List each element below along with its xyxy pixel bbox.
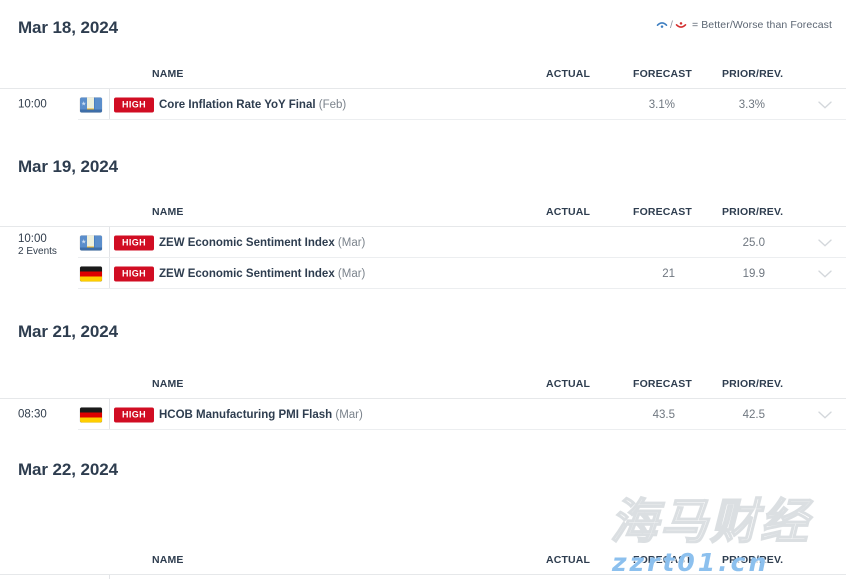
event-period: (Mar) (337, 267, 366, 280)
event-name[interactable]: ZEW Economic Sentiment Index (Mar) (159, 268, 365, 280)
impact-badge: HIGH (114, 97, 154, 112)
row-divider (78, 288, 846, 289)
forecast-value: 21 (662, 267, 675, 280)
watermark-chinese: 海马财经 (609, 493, 811, 551)
column-header-forecast: FORECAST (633, 554, 692, 566)
column-header-name: NAME (152, 554, 184, 566)
column-header-actual: ACTUAL (546, 554, 591, 566)
event-count-note: 2 Events (18, 246, 57, 258)
table-row[interactable]: 10:00 ★ HIGH Core Inflation Rate YoY Fin… (0, 89, 846, 120)
chevron-down-icon[interactable] (818, 410, 832, 419)
column-header-forecast: FORECAST (633, 378, 692, 390)
forecast-legend: / = Better/Worse than Forecast (656, 19, 832, 31)
day-title: Mar 18, 2024 (18, 18, 118, 37)
column-header-row: NAME ACTUAL FORECAST PRIOR/REV. (0, 68, 846, 90)
impact-badge: HIGH (114, 266, 154, 281)
day-title: Mar 21, 2024 (18, 322, 118, 341)
eu-flag-icon: ★ (80, 235, 102, 250)
row-divider-vertical (109, 227, 110, 258)
column-header-name: NAME (152, 206, 184, 218)
column-header-name: NAME (152, 68, 184, 80)
column-header-prior: PRIOR/REV. (722, 68, 784, 80)
column-header-prior: PRIOR/REV. (722, 554, 784, 566)
event-name[interactable]: ZEW Economic Sentiment Index (Mar) (159, 237, 365, 249)
event-name-text: ZEW Economic Sentiment Index (159, 267, 335, 280)
column-header-forecast: FORECAST (633, 68, 692, 80)
prior-value: 42.5 (742, 408, 765, 421)
arrow-down-worse-icon (675, 19, 687, 31)
event-name-text: ZEW Economic Sentiment Index (159, 236, 335, 249)
impact-badge: HIGH (114, 407, 154, 422)
column-header-row: NAME ACTUAL FORECAST PRIOR/REV. (0, 378, 846, 400)
column-header-actual: ACTUAL (546, 378, 591, 390)
de-flag-icon (80, 407, 102, 422)
event-name-text: Core Inflation Rate YoY Final (159, 98, 316, 111)
event-name[interactable]: HCOB Manufacturing PMI Flash (Mar) (159, 409, 363, 421)
row-divider-vertical (109, 575, 110, 579)
table-row[interactable]: 09:00 HIGH Ifo Business Climate (Mar) 86… (0, 575, 846, 579)
eu-flag-icon: ★ (80, 97, 102, 112)
prior-value: 19.9 (742, 267, 765, 280)
event-name[interactable]: Core Inflation Rate YoY Final (Feb) (159, 99, 346, 111)
forecast-value: 43.5 (652, 408, 675, 421)
column-header-row: NAME ACTUAL FORECAST PRIOR/REV. (0, 554, 846, 576)
forecast-value: 3.1% (648, 98, 675, 111)
event-period: (Mar) (337, 236, 366, 249)
event-period: (Mar) (335, 408, 363, 421)
chevron-down-icon[interactable] (818, 269, 832, 278)
table-row[interactable]: HIGH ZEW Economic Sentiment Index (Mar) … (0, 258, 846, 289)
prior-value: 25.0 (742, 236, 765, 249)
chevron-down-icon[interactable] (818, 100, 832, 109)
prior-value: 3.3% (738, 98, 765, 111)
row-divider-vertical (109, 89, 110, 120)
event-name-text: HCOB Manufacturing PMI Flash (159, 408, 333, 421)
column-header-prior: PRIOR/REV. (722, 378, 784, 390)
day-title: Mar 22, 2024 (18, 460, 118, 479)
row-divider (78, 429, 846, 430)
column-header-actual: ACTUAL (546, 68, 591, 80)
row-divider-vertical (109, 399, 110, 430)
arrow-up-better-icon (656, 19, 668, 31)
impact-badge: HIGH (114, 235, 154, 250)
legend-text: = Better/Worse than Forecast (691, 19, 832, 31)
row-divider-vertical (109, 258, 110, 289)
column-header-row: NAME ACTUAL FORECAST PRIOR/REV. (0, 206, 846, 228)
table-row[interactable]: 08:30 HIGH HCOB Manufacturing PMI Flash … (0, 399, 846, 430)
column-header-forecast: FORECAST (633, 206, 692, 218)
chevron-down-icon[interactable] (818, 238, 832, 247)
legend-separator: / (670, 19, 673, 31)
event-time: 10:00 2 Events (18, 233, 57, 258)
column-header-actual: ACTUAL (546, 206, 591, 218)
row-divider (78, 119, 846, 120)
economic-calendar-page: / = Better/Worse than Forecast Mar 18, 2… (0, 0, 846, 579)
event-time: 10:00 (18, 97, 47, 110)
column-header-name: NAME (152, 378, 184, 390)
table-row[interactable]: 10:00 2 Events ★ HIGH ZEW Economic Senti… (0, 227, 846, 258)
day-title: Mar 19, 2024 (18, 157, 118, 176)
de-flag-icon (80, 266, 102, 281)
column-header-prior: PRIOR/REV. (722, 206, 784, 218)
event-period: (Feb) (318, 98, 347, 111)
event-time: 08:30 (18, 407, 47, 420)
